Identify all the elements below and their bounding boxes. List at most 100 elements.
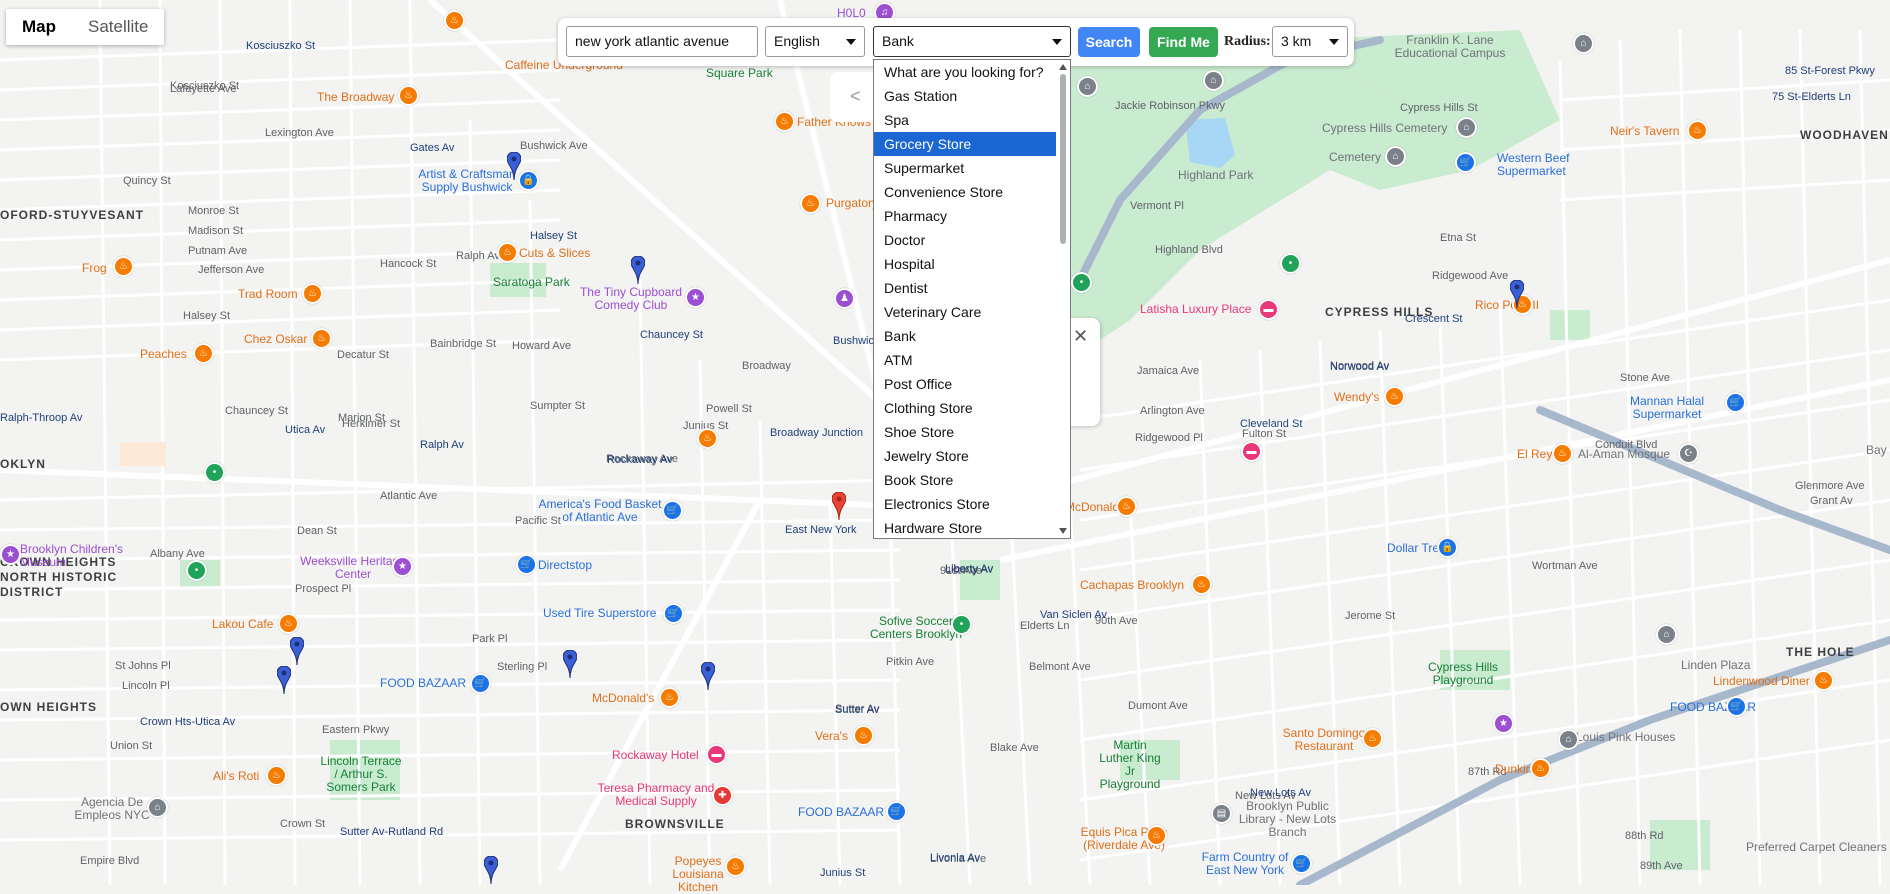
park-icon[interactable]: • bbox=[204, 462, 225, 483]
dropdown-option[interactable]: Convenience Store bbox=[874, 180, 1056, 204]
find-me-button[interactable]: Find Me bbox=[1149, 27, 1218, 57]
dropdown-option[interactable]: Hospital bbox=[874, 252, 1056, 276]
landmark-icon[interactable]: ⌂ bbox=[1077, 76, 1098, 97]
restaurant-icon[interactable]: ♨ bbox=[1146, 825, 1167, 846]
search-button[interactable]: Search bbox=[1078, 27, 1140, 57]
map-type-satellite-button[interactable]: Satellite bbox=[72, 9, 164, 45]
dropdown-option[interactable]: ATM bbox=[874, 348, 1056, 372]
restaurant-icon[interactable]: ♨ bbox=[266, 765, 287, 786]
hotel-icon[interactable]: ▬ bbox=[1258, 299, 1279, 320]
restaurant-icon[interactable]: ♨ bbox=[1687, 120, 1708, 141]
result-pin[interactable] bbox=[1510, 280, 1524, 308]
radius-select[interactable]: 3 km bbox=[1272, 26, 1348, 57]
restaurant-icon[interactable]: ♨ bbox=[278, 613, 299, 634]
entertainment-icon[interactable]: ♟ bbox=[834, 288, 855, 309]
restaurant-icon[interactable]: ♨ bbox=[1813, 670, 1834, 691]
restaurant-icon[interactable]: ♨ bbox=[1552, 443, 1573, 464]
dropdown-scrollbar[interactable] bbox=[1057, 62, 1069, 536]
dropdown-option[interactable]: Post Office bbox=[874, 372, 1056, 396]
restaurant-icon[interactable]: ♨ bbox=[774, 111, 795, 132]
dropdown-option[interactable]: Clothing Store bbox=[874, 396, 1056, 420]
pharmacy-icon[interactable]: ✚ bbox=[712, 785, 733, 806]
mlk-playground bbox=[1120, 740, 1180, 780]
dropdown-option[interactable]: Shoe Store bbox=[874, 420, 1056, 444]
landmark-icon[interactable]: ⌂ bbox=[1385, 146, 1406, 167]
result-pin[interactable] bbox=[484, 856, 498, 884]
library-icon[interactable]: ▤ bbox=[1211, 803, 1232, 824]
restaurant-icon[interactable]: ♨ bbox=[659, 687, 680, 708]
current-location-pin[interactable] bbox=[832, 492, 846, 520]
dropdown-option[interactable]: Dentist bbox=[874, 276, 1056, 300]
result-pin[interactable] bbox=[631, 256, 645, 284]
close-icon[interactable]: ✕ bbox=[1073, 326, 1088, 347]
entertainment-icon[interactable]: ★ bbox=[685, 287, 706, 308]
restaurant-icon[interactable]: ♨ bbox=[1362, 728, 1383, 749]
restaurant-icon[interactable]: ♨ bbox=[302, 283, 323, 304]
entertainment-icon[interactable]: ★ bbox=[0, 544, 21, 565]
shopping-icon[interactable]: 🛒 bbox=[516, 554, 537, 575]
dropdown-option[interactable]: Book Store bbox=[874, 468, 1056, 492]
landmark-icon[interactable]: ⌂ bbox=[1656, 624, 1677, 645]
result-pin[interactable] bbox=[701, 662, 715, 690]
shopping-icon[interactable]: 🛒 bbox=[470, 673, 491, 694]
dropdown-option[interactable]: Grocery Store bbox=[874, 132, 1056, 156]
shopping-icon[interactable]: 🛒 bbox=[886, 801, 907, 822]
dropdown-option[interactable]: Doctor bbox=[874, 228, 1056, 252]
shopping-icon[interactable]: 🛒 bbox=[663, 603, 684, 624]
dropdown-option[interactable]: Veterinary Care bbox=[874, 300, 1056, 324]
park-icon[interactable]: • bbox=[186, 560, 207, 581]
result-pin[interactable] bbox=[290, 637, 304, 665]
landmark-icon[interactable]: ⌂ bbox=[1558, 729, 1579, 750]
restaurant-icon[interactable]: ♨ bbox=[697, 428, 718, 449]
dropdown-option[interactable]: Jewelry Store bbox=[874, 444, 1056, 468]
shopping-icon[interactable]: 🛒 bbox=[662, 500, 683, 521]
dropdown-option[interactable]: What are you looking for? bbox=[874, 60, 1056, 84]
dropdown-option[interactable]: Bank bbox=[874, 324, 1056, 348]
dropdown-option[interactable]: Pharmacy bbox=[874, 204, 1056, 228]
restaurant-icon[interactable]: ♨ bbox=[497, 242, 518, 263]
restaurant-icon[interactable]: ♨ bbox=[853, 725, 874, 746]
restaurant-icon[interactable]: ♨ bbox=[1384, 386, 1405, 407]
map-type-map-button[interactable]: Map bbox=[6, 9, 72, 45]
mosque-icon[interactable]: ☪ bbox=[1678, 443, 1699, 464]
landmark-icon[interactable]: ⌂ bbox=[1573, 33, 1594, 54]
landmark-icon[interactable]: ⌂ bbox=[1203, 70, 1224, 91]
park-icon[interactable]: • bbox=[1280, 253, 1301, 274]
shopping-icon[interactable]: 🛒 bbox=[1726, 696, 1747, 717]
park-icon[interactable]: • bbox=[951, 614, 972, 635]
location-input[interactable]: new york atlantic avenue bbox=[566, 26, 758, 57]
restaurant-icon[interactable]: ♨ bbox=[1116, 496, 1137, 517]
hotel-icon[interactable]: ▬ bbox=[1241, 441, 1262, 462]
restaurant-icon[interactable]: ♨ bbox=[1191, 574, 1212, 595]
restaurant-icon[interactable]: ♨ bbox=[398, 85, 419, 106]
park-icon[interactable]: • bbox=[1071, 272, 1092, 293]
hotel-icon[interactable]: ▬ bbox=[706, 744, 727, 765]
result-pin[interactable] bbox=[563, 650, 577, 678]
dropdown-option[interactable]: Electronics Store bbox=[874, 492, 1056, 516]
shopping-icon[interactable]: 🛒 bbox=[1291, 853, 1312, 874]
shopping-icon[interactable]: 🛒 bbox=[1725, 392, 1746, 413]
restaurant-icon[interactable]: ♨ bbox=[725, 856, 746, 877]
language-select[interactable]: English bbox=[765, 26, 865, 57]
dropdown-option[interactable]: Spa bbox=[874, 108, 1056, 132]
dropdown-option[interactable]: Hardware Store bbox=[874, 516, 1056, 538]
shopping-icon[interactable]: 🛒 bbox=[1455, 152, 1476, 173]
category-select[interactable]: Bank bbox=[873, 26, 1071, 57]
restaurant-icon[interactable]: ♨ bbox=[113, 256, 134, 277]
shopping-icon[interactable]: 🔒 bbox=[1437, 537, 1458, 558]
result-pin[interactable] bbox=[507, 152, 521, 180]
landmark-icon[interactable]: ⌂ bbox=[1456, 117, 1477, 138]
restaurant-icon[interactable]: ♨ bbox=[1530, 758, 1551, 779]
result-pin[interactable] bbox=[277, 666, 291, 694]
dropdown-option[interactable]: Gas Station bbox=[874, 84, 1056, 108]
restaurant-icon[interactable]: ♨ bbox=[311, 328, 332, 349]
restaurant-icon[interactable]: ♨ bbox=[444, 10, 465, 31]
chevron-left-icon: < bbox=[850, 86, 861, 106]
entertainment-icon[interactable]: ★ bbox=[392, 556, 413, 577]
entertainment-icon[interactable]: ★ bbox=[1493, 713, 1514, 734]
restaurant-icon[interactable]: ♨ bbox=[193, 343, 214, 364]
landmark-icon[interactable]: ⌂ bbox=[147, 797, 168, 818]
shopping-icon[interactable]: 🔒 bbox=[518, 170, 539, 191]
restaurant-icon[interactable]: ♨ bbox=[800, 193, 821, 214]
dropdown-option[interactable]: Supermarket bbox=[874, 156, 1056, 180]
